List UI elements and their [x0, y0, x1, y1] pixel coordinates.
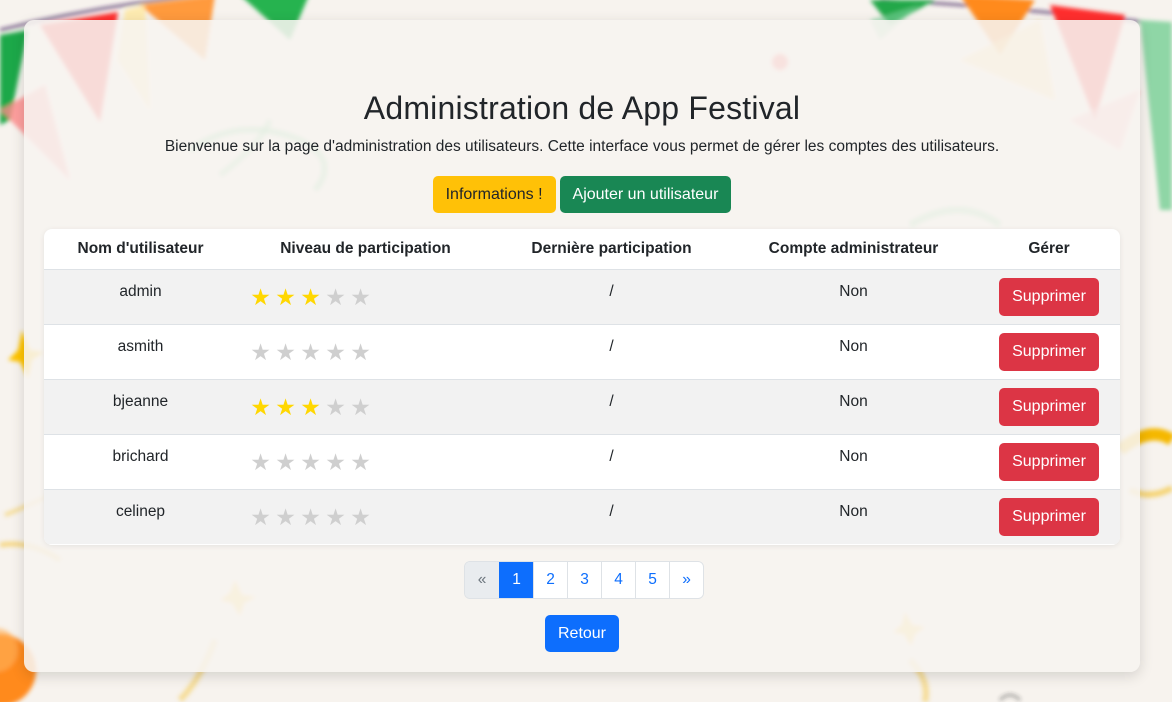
pagination: « 1 2 3 4 5 »	[464, 561, 704, 599]
informations-button[interactable]: Informations !	[432, 176, 556, 213]
admin-card: Administration de App Festival Bienvenue…	[24, 20, 1140, 672]
table-row: admin ★ ★ ★ ★ ★ / Non Supprimer	[44, 269, 1120, 325]
back-wrapper: Retour	[24, 615, 1140, 652]
manage-cell: Supprimer	[978, 269, 1120, 325]
delete-user-button[interactable]: Supprimer	[999, 442, 1099, 481]
star-icon: ★	[275, 448, 296, 475]
admin-account-cell: Non	[729, 269, 978, 325]
last-participation-cell: /	[494, 489, 729, 544]
star-icon: ★	[300, 503, 321, 530]
column-header-admin-account: Compte administrateur	[729, 229, 978, 270]
star-icon: ★	[350, 283, 371, 310]
star-icon: ★	[350, 448, 371, 475]
users-table-container: Nom d'utilisateur Niveau de participatio…	[44, 229, 1120, 545]
back-button[interactable]: Retour	[544, 615, 620, 652]
manage-cell: Supprimer	[978, 489, 1120, 544]
last-participation-cell: /	[494, 269, 729, 325]
action-buttons: Informations ! Ajouter un utilisateur	[24, 176, 1140, 213]
star-icon: ★	[275, 283, 296, 310]
last-participation-cell: /	[494, 379, 729, 435]
manage-cell: Supprimer	[978, 379, 1120, 435]
pagination-page-2[interactable]: 2	[533, 562, 567, 598]
star-icon: ★	[250, 448, 271, 475]
column-header-manage: Gérer	[978, 229, 1120, 270]
star-icon: ★	[325, 448, 346, 475]
star-icon: ★	[325, 283, 346, 310]
table-row: brichard ★ ★ ★ ★ ★ / Non Supprimer	[44, 434, 1120, 490]
admin-account-cell: Non	[729, 434, 978, 490]
delete-user-button[interactable]: Supprimer	[999, 387, 1099, 426]
table-header-row: Nom d'utilisateur Niveau de participatio…	[44, 229, 1120, 270]
star-icon: ★	[275, 503, 296, 530]
star-icon: ★	[325, 393, 346, 420]
star-icon: ★	[250, 283, 271, 310]
participation-rating: ★ ★ ★ ★ ★	[237, 324, 494, 380]
username-cell: celinep	[44, 489, 237, 544]
username-cell: brichard	[44, 434, 237, 490]
username-cell: bjeanne	[44, 379, 237, 435]
pagination-next[interactable]: »	[669, 562, 703, 598]
star-icon: ★	[250, 393, 271, 420]
star-icon: ★	[300, 283, 321, 310]
table-row: asmith ★ ★ ★ ★ ★ / Non Supprimer	[44, 324, 1120, 380]
star-icon: ★	[300, 393, 321, 420]
pagination-page-1[interactable]: 1	[499, 562, 533, 598]
participation-rating: ★ ★ ★ ★ ★	[237, 489, 494, 544]
username-cell: asmith	[44, 324, 237, 380]
table-row: bjeanne ★ ★ ★ ★ ★ / Non Supprimer	[44, 379, 1120, 435]
delete-user-button[interactable]: Supprimer	[999, 497, 1099, 536]
star-icon: ★	[350, 393, 371, 420]
star-icon: ★	[350, 338, 371, 365]
star-icon: ★	[350, 503, 371, 530]
column-header-last-participation: Dernière participation	[494, 229, 729, 270]
pagination-page-4[interactable]: 4	[601, 562, 635, 598]
pagination-page-3[interactable]: 3	[567, 562, 601, 598]
users-table: Nom d'utilisateur Niveau de participatio…	[44, 229, 1120, 544]
participation-rating: ★ ★ ★ ★ ★	[237, 434, 494, 490]
admin-account-cell: Non	[729, 379, 978, 435]
delete-user-button[interactable]: Supprimer	[999, 332, 1099, 371]
admin-account-cell: Non	[729, 324, 978, 380]
star-icon: ★	[250, 338, 271, 365]
table-row: celinep ★ ★ ★ ★ ★ / Non Supprimer	[44, 489, 1120, 544]
pagination-previous[interactable]: «	[465, 562, 499, 598]
add-user-button[interactable]: Ajouter un utilisateur	[559, 176, 732, 213]
manage-cell: Supprimer	[978, 324, 1120, 380]
star-icon: ★	[275, 393, 296, 420]
last-participation-cell: /	[494, 434, 729, 490]
column-header-username: Nom d'utilisateur	[44, 229, 237, 270]
star-icon: ★	[250, 503, 271, 530]
admin-account-cell: Non	[729, 489, 978, 544]
last-participation-cell: /	[494, 324, 729, 380]
star-icon: ★	[325, 338, 346, 365]
pagination-page-5[interactable]: 5	[635, 562, 669, 598]
page-subtitle: Bienvenue sur la page d'administration d…	[164, 138, 1000, 155]
delete-user-button[interactable]: Supprimer	[999, 277, 1099, 316]
star-icon: ★	[275, 338, 296, 365]
page-title: Administration de App Festival	[363, 90, 801, 126]
column-header-participation-level: Niveau de participation	[237, 229, 494, 270]
manage-cell: Supprimer	[978, 434, 1120, 490]
participation-rating: ★ ★ ★ ★ ★	[237, 379, 494, 435]
star-icon: ★	[300, 338, 321, 365]
star-icon: ★	[300, 448, 321, 475]
participation-rating: ★ ★ ★ ★ ★	[237, 269, 494, 325]
username-cell: admin	[44, 269, 237, 325]
star-icon: ★	[325, 503, 346, 530]
